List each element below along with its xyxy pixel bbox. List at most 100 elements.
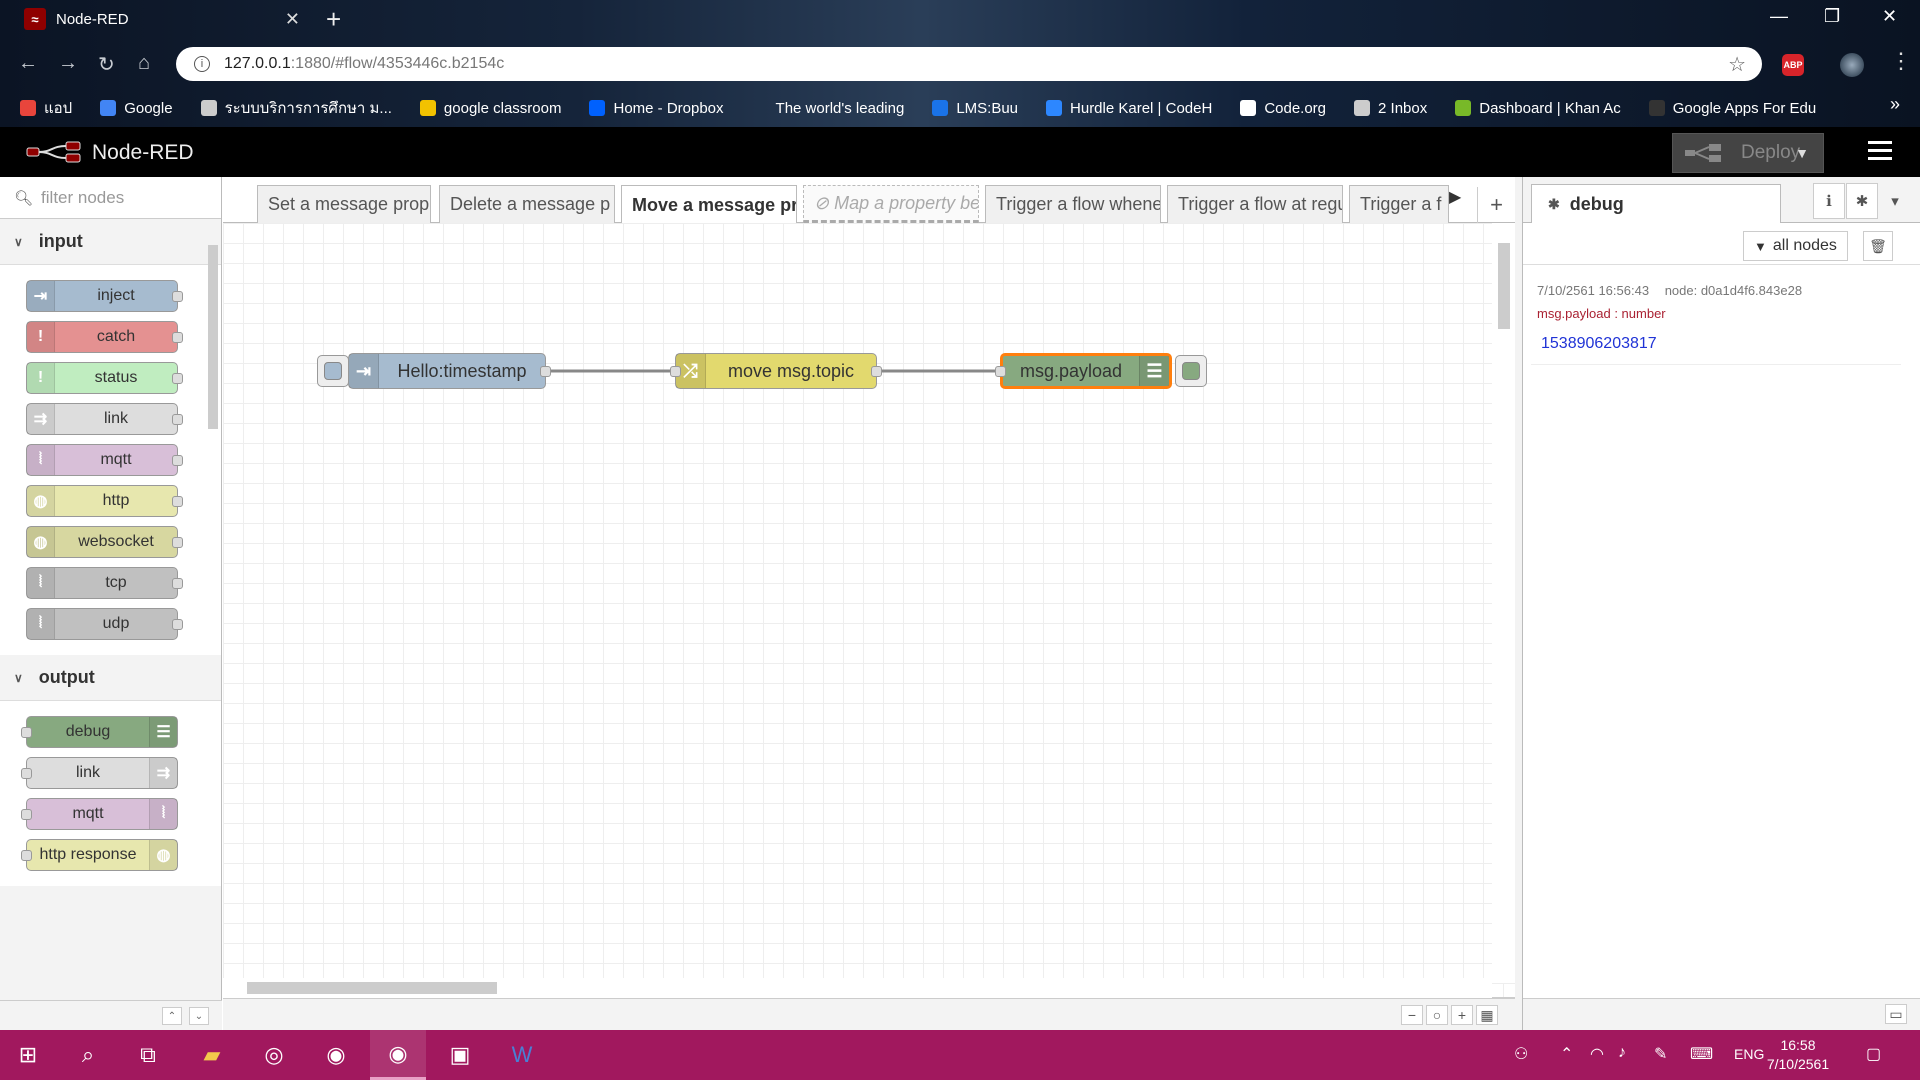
minimize-icon[interactable]: — — [1770, 6, 1788, 27]
tab-close-icon[interactable]: ✕ — [285, 9, 300, 30]
back-icon[interactable]: ← — [18, 52, 38, 75]
palette-node[interactable]: ⇥ inject — [26, 280, 183, 312]
palette-node[interactable]: debug ☰ — [21, 716, 178, 748]
inject-node[interactable]: ⇥ Hello:timestamp — [348, 353, 551, 389]
bookmark-item[interactable]: Google — [100, 100, 173, 117]
inject-trigger-button[interactable] — [317, 355, 349, 387]
tab-move-message-prop[interactable]: Move a message pr — [621, 185, 797, 224]
bookmarks-overflow-icon[interactable]: » — [1890, 94, 1900, 115]
canvas-horizontal-scrollbar[interactable] — [223, 978, 1492, 998]
tab-map-property[interactable]: ⊘ Map a property be — [803, 185, 979, 223]
palette-node[interactable]: ◍ websocket — [26, 526, 183, 558]
bookmark-item[interactable]: 2 Inbox — [1354, 100, 1427, 117]
navigator-map-icon[interactable]: ▦ — [1476, 1005, 1498, 1025]
home-icon[interactable]: ⌂ — [138, 52, 150, 75]
bookmark-item[interactable]: Google Apps For Edu — [1648, 100, 1816, 117]
open-window-icon[interactable]: ▭ — [1885, 1004, 1907, 1024]
debug-node[interactable]: msg.payload ☰ — [995, 353, 1172, 389]
bookmark-star-icon[interactable]: ☆ — [1728, 52, 1746, 77]
tab-debug[interactable]: ✱ debug — [1531, 184, 1781, 223]
bookmark-item[interactable]: Hurdle Karel | CodeH — [1046, 100, 1212, 117]
bookmark-item[interactable]: Home - Dropbox — [589, 100, 724, 117]
window-close-icon[interactable]: ✕ — [1882, 6, 1897, 27]
debug-tab-icon[interactable]: ✱ — [1846, 183, 1878, 219]
start-windows-icon[interactable]: ⊞ — [0, 1030, 56, 1080]
address-bar[interactable]: i 127.0.0.1:1880/#flow/4353446c.b2154c ☆ — [176, 47, 1762, 81]
palette-node[interactable]: ⇉ link — [26, 403, 183, 435]
bookmark-item[interactable]: LMS:Buu — [932, 100, 1018, 117]
zoom-reset-icon[interactable]: ○ — [1426, 1005, 1448, 1025]
search-taskbar-icon[interactable]: ⌕ — [60, 1030, 116, 1080]
sidebar-menu-caret-icon[interactable]: ▾ — [1879, 183, 1911, 219]
debug-message[interactable]: 7/10/2561 16:56:43 node: d0a1d4f6.843e28… — [1531, 275, 1901, 365]
add-flow-tab-button[interactable]: + — [1477, 187, 1515, 223]
tabs-scroll-right-icon[interactable]: ▶ — [1449, 187, 1461, 207]
palette-node[interactable]: ⦚ udp — [26, 608, 183, 640]
change-node[interactable]: ⤮ move msg.topic — [670, 353, 882, 389]
palette-node[interactable]: ! status — [26, 362, 183, 394]
palette-node[interactable]: ! catch — [26, 321, 183, 353]
inject-output-port[interactable] — [540, 366, 551, 377]
reload-icon[interactable]: ↻ — [98, 52, 115, 77]
tab-delete-message-prop[interactable]: Delete a message p — [439, 185, 615, 223]
palette-category-1[interactable]: ∨ output — [0, 655, 221, 701]
sidebar-scrollbar[interactable] — [1907, 277, 1919, 997]
restore-icon[interactable]: ❐ — [1824, 6, 1840, 27]
chrome-icon[interactable]: ◉ — [308, 1030, 364, 1080]
zoom-out-icon[interactable]: − — [1401, 1005, 1423, 1025]
tab-trigger-whenever[interactable]: Trigger a flow whene — [985, 185, 1161, 223]
deploy-caret-icon[interactable]: ▼ — [1795, 145, 1809, 161]
palette-node[interactable]: ⦚ mqtt — [26, 444, 183, 476]
filter-all-nodes-button[interactable]: ▼ all nodes — [1743, 231, 1848, 261]
canvas-vertical-scrollbar[interactable] — [1492, 223, 1515, 983]
palette-node[interactable]: ⦚ tcp — [26, 567, 183, 599]
tab-trigger-f[interactable]: Trigger a f — [1349, 185, 1449, 223]
palette-scrollbar[interactable] — [206, 227, 218, 987]
flow-canvas[interactable]: ⇥ Hello:timestamp ⤮ move msg.topic msg.p… — [223, 223, 1515, 998]
zoom-in-icon[interactable]: + — [1451, 1005, 1473, 1025]
palette-category-0[interactable]: ∨ input — [0, 219, 221, 265]
adblock-extension-icon[interactable]: ABP — [1782, 54, 1804, 76]
debug-message-node[interactable]: node: d0a1d4f6.843e28 — [1665, 283, 1802, 298]
word-icon[interactable]: W — [494, 1030, 550, 1080]
change-output-port[interactable] — [871, 366, 882, 377]
change-input-port[interactable] — [670, 366, 681, 377]
palette-node[interactable]: http response ◍ — [21, 839, 178, 871]
browser-tab[interactable]: ≈ Node-RED ✕ — [10, 0, 310, 38]
tray-expand-icon[interactable]: ⌃ — [1560, 1044, 1573, 1064]
bookmark-item[interactable]: Dashboard | Khan Ac — [1455, 100, 1621, 117]
debug-input-port[interactable] — [995, 366, 1006, 377]
sidebar-splitter[interactable] — [1515, 177, 1522, 1030]
network-icon[interactable]: ◠ — [1590, 1044, 1604, 1064]
people-icon[interactable]: ⚇ — [1514, 1044, 1528, 1064]
browser-menu-icon[interactable]: ⋮ — [1890, 48, 1912, 74]
debug-toggle-button[interactable] — [1175, 355, 1207, 387]
clear-messages-trash-icon[interactable]: 🗑︎ — [1863, 231, 1893, 261]
volume-icon[interactable]: ♪ — [1618, 1044, 1626, 1062]
palette-node[interactable]: link ⇉ — [21, 757, 178, 789]
deploy-button[interactable]: Deploy ▼ — [1672, 133, 1824, 173]
bookmark-item[interactable]: แอป — [20, 96, 72, 120]
palette-node[interactable]: ◍ http — [26, 485, 183, 517]
info-tab-icon[interactable]: ℹ — [1813, 183, 1845, 219]
site-info-icon[interactable]: i — [194, 56, 210, 72]
file-explorer-icon[interactable]: ▰ — [184, 1030, 240, 1080]
terminal-icon[interactable]: ▣ — [432, 1030, 488, 1080]
palette-node[interactable]: mqtt ⦚ — [21, 798, 178, 830]
main-menu-icon[interactable] — [1868, 141, 1892, 165]
taskbar-clock[interactable]: 16:58 7/10/2561 — [1760, 1036, 1836, 1074]
keyboard-icon[interactable]: ⌨ — [1690, 1044, 1713, 1064]
tab-set-message-prop[interactable]: Set a message prop — [257, 185, 431, 223]
notifications-icon[interactable]: ▢ — [1866, 1044, 1881, 1064]
debug-message-value[interactable]: 1538906203817 — [1541, 335, 1895, 353]
palette-filter[interactable]: 🔍︎ filter nodes — [0, 177, 221, 219]
task-view-icon[interactable]: ⧉ — [120, 1030, 176, 1080]
forward-icon[interactable]: → — [58, 52, 78, 75]
bookmark-item[interactable]: Code.org — [1240, 100, 1326, 117]
bookmark-item[interactable]: The world's leading — [752, 100, 905, 117]
chrome-active-icon[interactable]: ◉ — [370, 1030, 426, 1080]
profile-avatar[interactable] — [1840, 53, 1864, 77]
tab-trigger-regular[interactable]: Trigger a flow at regu — [1167, 185, 1343, 223]
bookmark-item[interactable]: google classroom — [419, 100, 561, 117]
collapse-all-icon[interactable]: ⌃ — [162, 1007, 182, 1025]
